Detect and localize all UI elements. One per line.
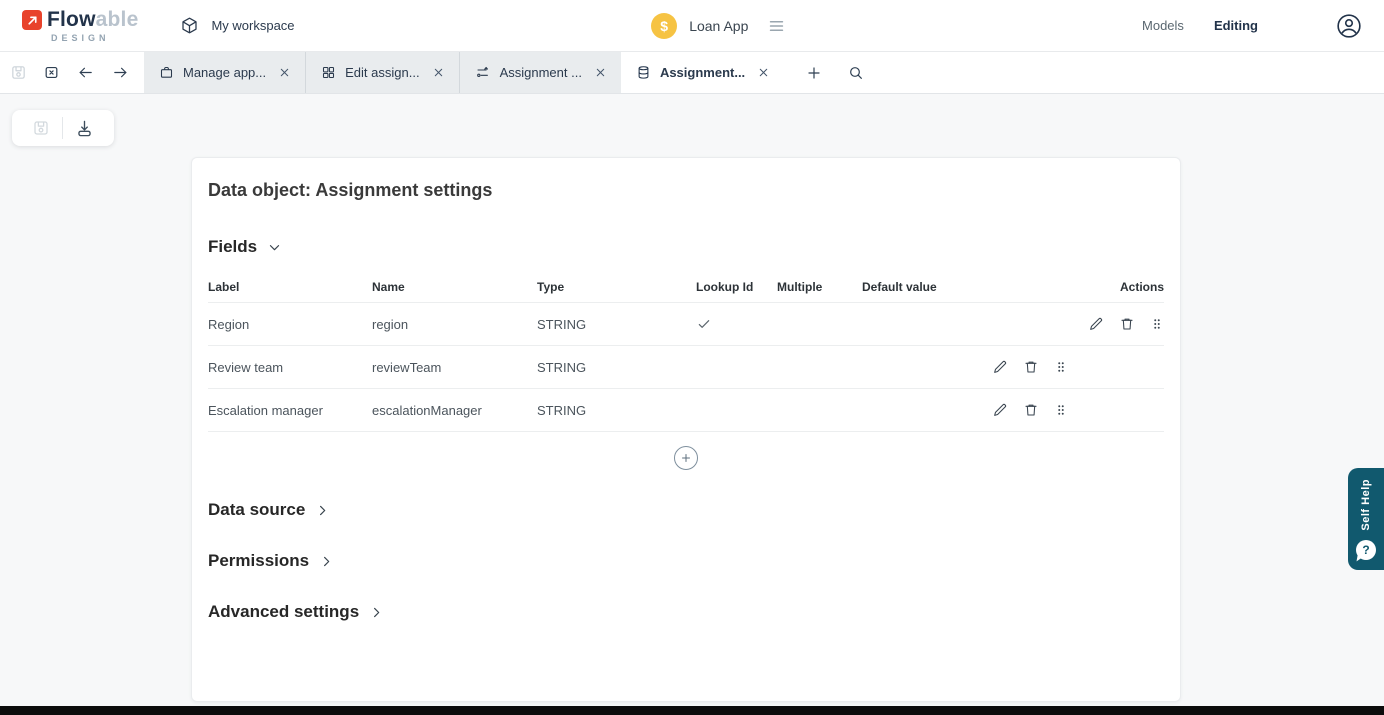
nav-editing[interactable]: Editing xyxy=(1214,18,1258,33)
chevron-down-icon xyxy=(267,240,282,255)
app-name: Loan App xyxy=(689,18,748,34)
collapsed-sections: Data source Permissions Advanced setting… xyxy=(208,500,1164,622)
tab-controls xyxy=(0,52,144,93)
field-type: STRING xyxy=(537,360,696,375)
forward-arrow-icon[interactable] xyxy=(111,64,130,81)
field-label: Region xyxy=(208,317,372,332)
field-type: STRING xyxy=(537,403,696,418)
grid-icon xyxy=(321,65,336,80)
field-name: escalationManager xyxy=(372,403,537,418)
col-type: Type xyxy=(537,280,696,294)
edit-field-icon[interactable] xyxy=(992,359,1008,375)
col-multiple: Multiple xyxy=(777,280,862,294)
chevron-right-icon xyxy=(319,554,334,569)
col-default-value: Default value xyxy=(862,280,1068,294)
delete-field-icon[interactable] xyxy=(1119,316,1135,332)
database-icon xyxy=(636,65,651,80)
header-nav: Models Editing xyxy=(1142,13,1362,39)
col-lookup-id: Lookup Id xyxy=(696,280,777,294)
content-area: Data object: Assignment settings Fields … xyxy=(0,94,1384,715)
delete-field-icon[interactable] xyxy=(1023,359,1039,375)
current-app[interactable]: $ Loan App xyxy=(651,13,785,39)
process-icon xyxy=(475,65,491,80)
add-tab-icon[interactable] xyxy=(806,65,822,81)
self-help-label: Self Help xyxy=(1360,479,1372,531)
tab-assignment-data-object[interactable]: Assignment... xyxy=(621,52,784,93)
user-avatar-icon[interactable] xyxy=(1336,13,1362,39)
tab-manage-app[interactable]: Manage app... xyxy=(144,52,305,93)
toolbar-divider xyxy=(62,117,63,139)
table-row: Region region STRING xyxy=(208,303,1164,346)
open-tabs: Manage app... Edit assign... Assignment … xyxy=(144,52,784,93)
section-title: Advanced settings xyxy=(208,602,359,622)
tab-close-icon[interactable] xyxy=(433,67,444,78)
chevron-right-icon xyxy=(315,503,330,518)
edit-field-icon[interactable] xyxy=(992,402,1008,418)
drag-handle-icon[interactable] xyxy=(1054,359,1068,375)
workspace-label: My workspace xyxy=(211,18,294,33)
tab-close-icon[interactable] xyxy=(758,67,769,78)
tab-label: Manage app... xyxy=(183,65,266,80)
brand-name: Flowable xyxy=(47,8,138,32)
fields-section-title: Fields xyxy=(208,237,257,257)
deploy-icon[interactable] xyxy=(67,119,102,138)
tab-label: Assignment ... xyxy=(500,65,582,80)
save-icon[interactable] xyxy=(10,64,27,81)
delete-field-icon[interactable] xyxy=(1023,402,1039,418)
edit-field-icon[interactable] xyxy=(1088,316,1104,332)
add-field-row xyxy=(208,446,1164,470)
col-actions: Actions xyxy=(1068,280,1164,294)
model-toolbar xyxy=(12,110,114,146)
editor-tab-bar: Manage app... Edit assign... Assignment … xyxy=(0,52,1384,94)
brand-subtitle: DESIGN xyxy=(51,33,110,43)
fields-section-toggle[interactable]: Fields xyxy=(208,237,1164,257)
app-menu-icon[interactable] xyxy=(768,19,785,33)
self-help-tab[interactable]: Self Help ? xyxy=(1348,468,1384,570)
fields-table: Label Name Type Lookup Id Multiple Defau… xyxy=(208,271,1164,432)
nav-models[interactable]: Models xyxy=(1142,18,1184,33)
section-title: Permissions xyxy=(208,551,309,571)
lookup-id-checkmark-icon xyxy=(696,316,777,332)
field-type: STRING xyxy=(537,317,696,332)
col-name: Name xyxy=(372,280,537,294)
app-badge: $ xyxy=(651,13,677,39)
workspace-selector[interactable]: My workspace xyxy=(180,16,294,35)
section-title: Data source xyxy=(208,500,305,520)
chevron-right-icon xyxy=(369,605,384,620)
workspace-cube-icon xyxy=(180,16,199,35)
tab-close-icon[interactable] xyxy=(595,67,606,78)
field-name: reviewTeam xyxy=(372,360,537,375)
search-icon[interactable] xyxy=(848,65,864,81)
field-name: region xyxy=(372,317,537,332)
data-object-card: Data object: Assignment settings Fields … xyxy=(191,157,1181,702)
briefcase-icon xyxy=(159,65,174,80)
close-all-tabs-icon[interactable] xyxy=(43,64,60,81)
section-permissions[interactable]: Permissions xyxy=(208,551,1164,571)
tab-assignment-process[interactable]: Assignment ... xyxy=(459,52,621,93)
section-advanced-settings[interactable]: Advanced settings xyxy=(208,602,1164,622)
fields-table-header: Label Name Type Lookup Id Multiple Defau… xyxy=(208,271,1164,303)
bottom-edge-bar xyxy=(0,706,1384,715)
field-label: Escalation manager xyxy=(208,403,372,418)
table-row: Escalation manager escalationManager STR… xyxy=(208,389,1164,432)
back-arrow-icon[interactable] xyxy=(76,64,95,81)
section-data-source[interactable]: Data source xyxy=(208,500,1164,520)
tab-bar-extra xyxy=(784,52,864,93)
add-field-button[interactable] xyxy=(674,446,698,470)
drag-handle-icon[interactable] xyxy=(1150,316,1164,332)
drag-handle-icon[interactable] xyxy=(1054,402,1068,418)
tab-close-icon[interactable] xyxy=(279,67,290,78)
flowable-logo: Flowable DESIGN xyxy=(22,8,138,43)
table-row: Review team reviewTeam STRING xyxy=(208,346,1164,389)
tab-edit-assign[interactable]: Edit assign... xyxy=(305,52,458,93)
page-title: Data object: Assignment settings xyxy=(208,180,1164,201)
tab-label: Assignment... xyxy=(660,65,745,80)
flowable-logo-icon xyxy=(22,10,42,30)
app-header: Flowable DESIGN My workspace $ Loan App … xyxy=(0,0,1384,52)
col-label: Label xyxy=(208,280,372,294)
field-label: Review team xyxy=(208,360,372,375)
save-model-icon[interactable] xyxy=(24,119,58,137)
tab-label: Edit assign... xyxy=(345,65,419,80)
question-mark-icon: ? xyxy=(1356,540,1376,560)
